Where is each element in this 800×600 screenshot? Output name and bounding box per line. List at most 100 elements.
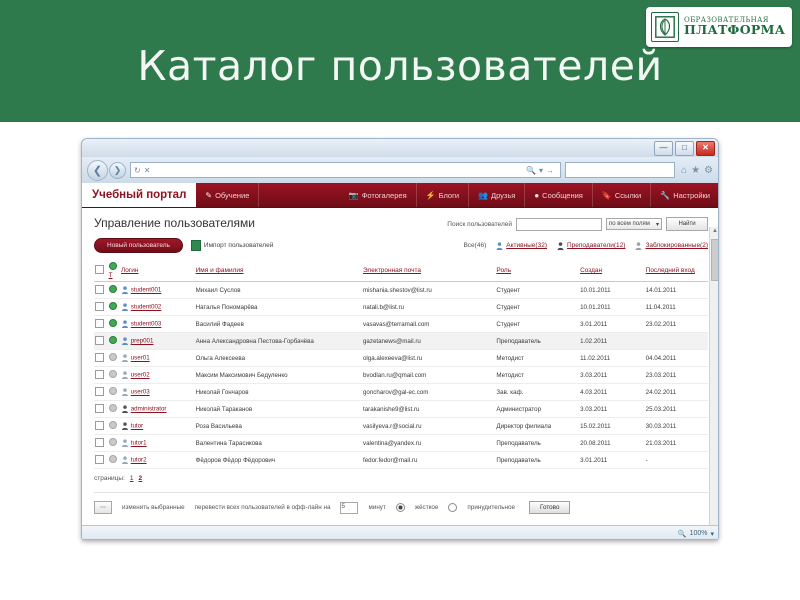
star-icon[interactable]: ★ [691, 165, 700, 176]
import-users-button[interactable]: Импорт пользователей [190, 240, 273, 251]
page-link-1[interactable]: 1 [130, 475, 134, 482]
row-login-cell[interactable]: tutor1 [120, 434, 195, 452]
row-checkbox-cell[interactable] [94, 366, 108, 384]
row-checkbox-cell[interactable] [94, 400, 108, 418]
login-header[interactable]: Логин [120, 260, 195, 282]
chevron-down-icon[interactable]: ▾ [710, 530, 714, 538]
row-login-cell[interactable]: student003 [120, 315, 195, 333]
table-row[interactable]: tutor2 Фёдоров Фёдор Фёдорович fedor.fedor… [94, 451, 708, 469]
table-row[interactable]: student003 Василий Фадеев vasavas@terramai… [94, 315, 708, 333]
filter-active[interactable]: Активные(32) [496, 241, 547, 250]
row-login-cell[interactable]: tutor2 [120, 451, 195, 469]
row-checkbox-cell[interactable] [94, 383, 108, 401]
site-brand[interactable]: Учебный портал [82, 183, 197, 207]
row-checkbox[interactable] [95, 437, 104, 447]
table-row[interactable]: tutor Роза Васильева vasilyeva.r@social.ru… [94, 417, 708, 435]
user-login-link[interactable]: user01 [131, 355, 150, 362]
row-checkbox[interactable] [95, 284, 104, 294]
nav-item-ssylki[interactable]: 🔖 Ссылки [593, 183, 652, 207]
search-field-select[interactable]: по всем полям ▾ [606, 218, 662, 230]
filter-blocked[interactable]: Заблокированные(2) [635, 241, 708, 250]
zoom-level[interactable]: 100% [690, 530, 708, 537]
stop-icon[interactable]: ✕ [144, 166, 151, 175]
user-login-link[interactable]: student003 [131, 321, 162, 328]
row-checkbox-cell[interactable] [94, 315, 108, 333]
radio-soft-label[interactable]: принудительное [467, 504, 515, 511]
row-checkbox[interactable] [95, 454, 104, 464]
row-checkbox[interactable] [95, 386, 104, 396]
radio-soft[interactable] [448, 503, 458, 512]
edit-selected-menu-icon[interactable]: ⋯ [94, 501, 112, 514]
minimize-button[interactable]: — [654, 141, 673, 156]
row-checkbox-cell[interactable] [94, 349, 108, 367]
row-login-cell[interactable]: student002 [120, 298, 195, 316]
user-login-link[interactable]: administrator [131, 406, 167, 413]
user-login-link[interactable]: student002 [131, 304, 162, 311]
chevron-down-icon[interactable]: ▾ [539, 166, 543, 175]
filter-all[interactable]: Все(46) [463, 242, 486, 249]
user-login-link[interactable]: tutor1 [131, 440, 147, 447]
row-login-cell[interactable]: student001 [120, 281, 195, 299]
row-checkbox[interactable] [95, 301, 104, 311]
row-login-cell[interactable]: administrator [120, 400, 195, 418]
select-all-header[interactable] [94, 260, 108, 282]
status-header[interactable]: Т [107, 260, 120, 282]
refresh-icon[interactable]: ↻ [134, 166, 141, 175]
name-header[interactable]: Имя и фамилия [194, 260, 362, 282]
table-row[interactable]: administrator Николай Тараканов tarakanish… [94, 400, 708, 418]
nav-item-druzya[interactable]: 👥 Друзья [469, 183, 526, 207]
row-checkbox[interactable] [95, 420, 104, 430]
row-checkbox[interactable] [95, 335, 104, 345]
scroll-up-icon[interactable]: ▲ [711, 228, 718, 236]
forward-arrow-icon[interactable]: ❯ [109, 161, 126, 179]
row-checkbox[interactable] [95, 318, 104, 328]
table-row[interactable]: user02 Максим Максимович Бедуленко bvodlan… [94, 366, 708, 384]
row-checkbox-cell[interactable] [94, 298, 108, 316]
user-login-link[interactable]: prep001 [131, 338, 154, 345]
role-header[interactable]: Роль [495, 260, 580, 282]
row-checkbox[interactable] [95, 403, 104, 413]
user-login-link[interactable]: student001 [131, 287, 162, 294]
row-checkbox-cell[interactable] [94, 332, 108, 350]
table-row[interactable]: prep001 Анна Александровна Пестова-Горбач… [94, 332, 708, 350]
radio-hard[interactable] [395, 503, 405, 512]
nav-item-nastroyki[interactable]: 🔧 Настройки [651, 183, 718, 207]
table-row[interactable]: user01 Ольга Алексеева olga.alexeeva@list.… [94, 349, 708, 367]
radio-hard-label[interactable]: жёсткое [415, 504, 439, 511]
back-arrow-icon[interactable]: ❮ [87, 159, 108, 181]
row-login-cell[interactable]: user01 [120, 349, 195, 367]
nav-item-obuchenie[interactable]: ✎ Обучение [196, 183, 260, 207]
new-user-button[interactable]: Новый пользователь [94, 238, 183, 253]
row-checkbox[interactable] [95, 369, 104, 379]
address-bar[interactable]: ↻ ✕ 🔍 ▾ → [130, 162, 562, 178]
row-login-cell[interactable]: user03 [120, 383, 195, 401]
nav-item-soobshcheniya[interactable]: ● Сообщения [525, 183, 593, 207]
page-scrollbar[interactable]: ▲ ▼ [709, 227, 718, 539]
user-login-link[interactable]: tutor2 [131, 457, 147, 464]
row-checkbox-cell[interactable] [94, 281, 108, 299]
nav-item-blogi[interactable]: ⚡ Блоги [417, 183, 470, 207]
search-input[interactable] [516, 217, 602, 231]
row-checkbox[interactable] [95, 352, 104, 362]
gear-icon[interactable]: ⚙ [704, 165, 713, 176]
done-button[interactable]: Готово [529, 501, 571, 514]
maximize-button[interactable]: □ [675, 141, 694, 156]
browser-search-input[interactable] [565, 162, 676, 178]
select-all-checkbox[interactable] [95, 265, 104, 274]
go-arrow-icon[interactable]: → [546, 166, 554, 175]
filter-teachers[interactable]: Преподаватели(12) [557, 241, 625, 250]
email-header[interactable]: Электронная почта [361, 260, 496, 282]
row-login-cell[interactable]: tutor [120, 417, 195, 435]
user-login-link[interactable]: user03 [131, 389, 150, 396]
row-login-cell[interactable]: prep001 [120, 332, 195, 350]
table-row[interactable]: student002 Наталья Пономарёва natali.b@lis… [94, 298, 708, 316]
table-row[interactable]: student001 Михаил Суслов mishania.shestov@… [94, 281, 708, 299]
close-button[interactable]: ✕ [696, 141, 715, 156]
row-checkbox-cell[interactable] [94, 417, 108, 435]
home-icon[interactable]: ⌂ [681, 165, 687, 176]
row-checkbox-cell[interactable] [94, 434, 108, 452]
edit-selected-label[interactable]: изменить выбранные [122, 504, 185, 511]
user-login-link[interactable]: user02 [131, 372, 150, 379]
user-login-link[interactable]: tutor [131, 423, 143, 430]
scrollbar-thumb[interactable] [711, 239, 718, 281]
